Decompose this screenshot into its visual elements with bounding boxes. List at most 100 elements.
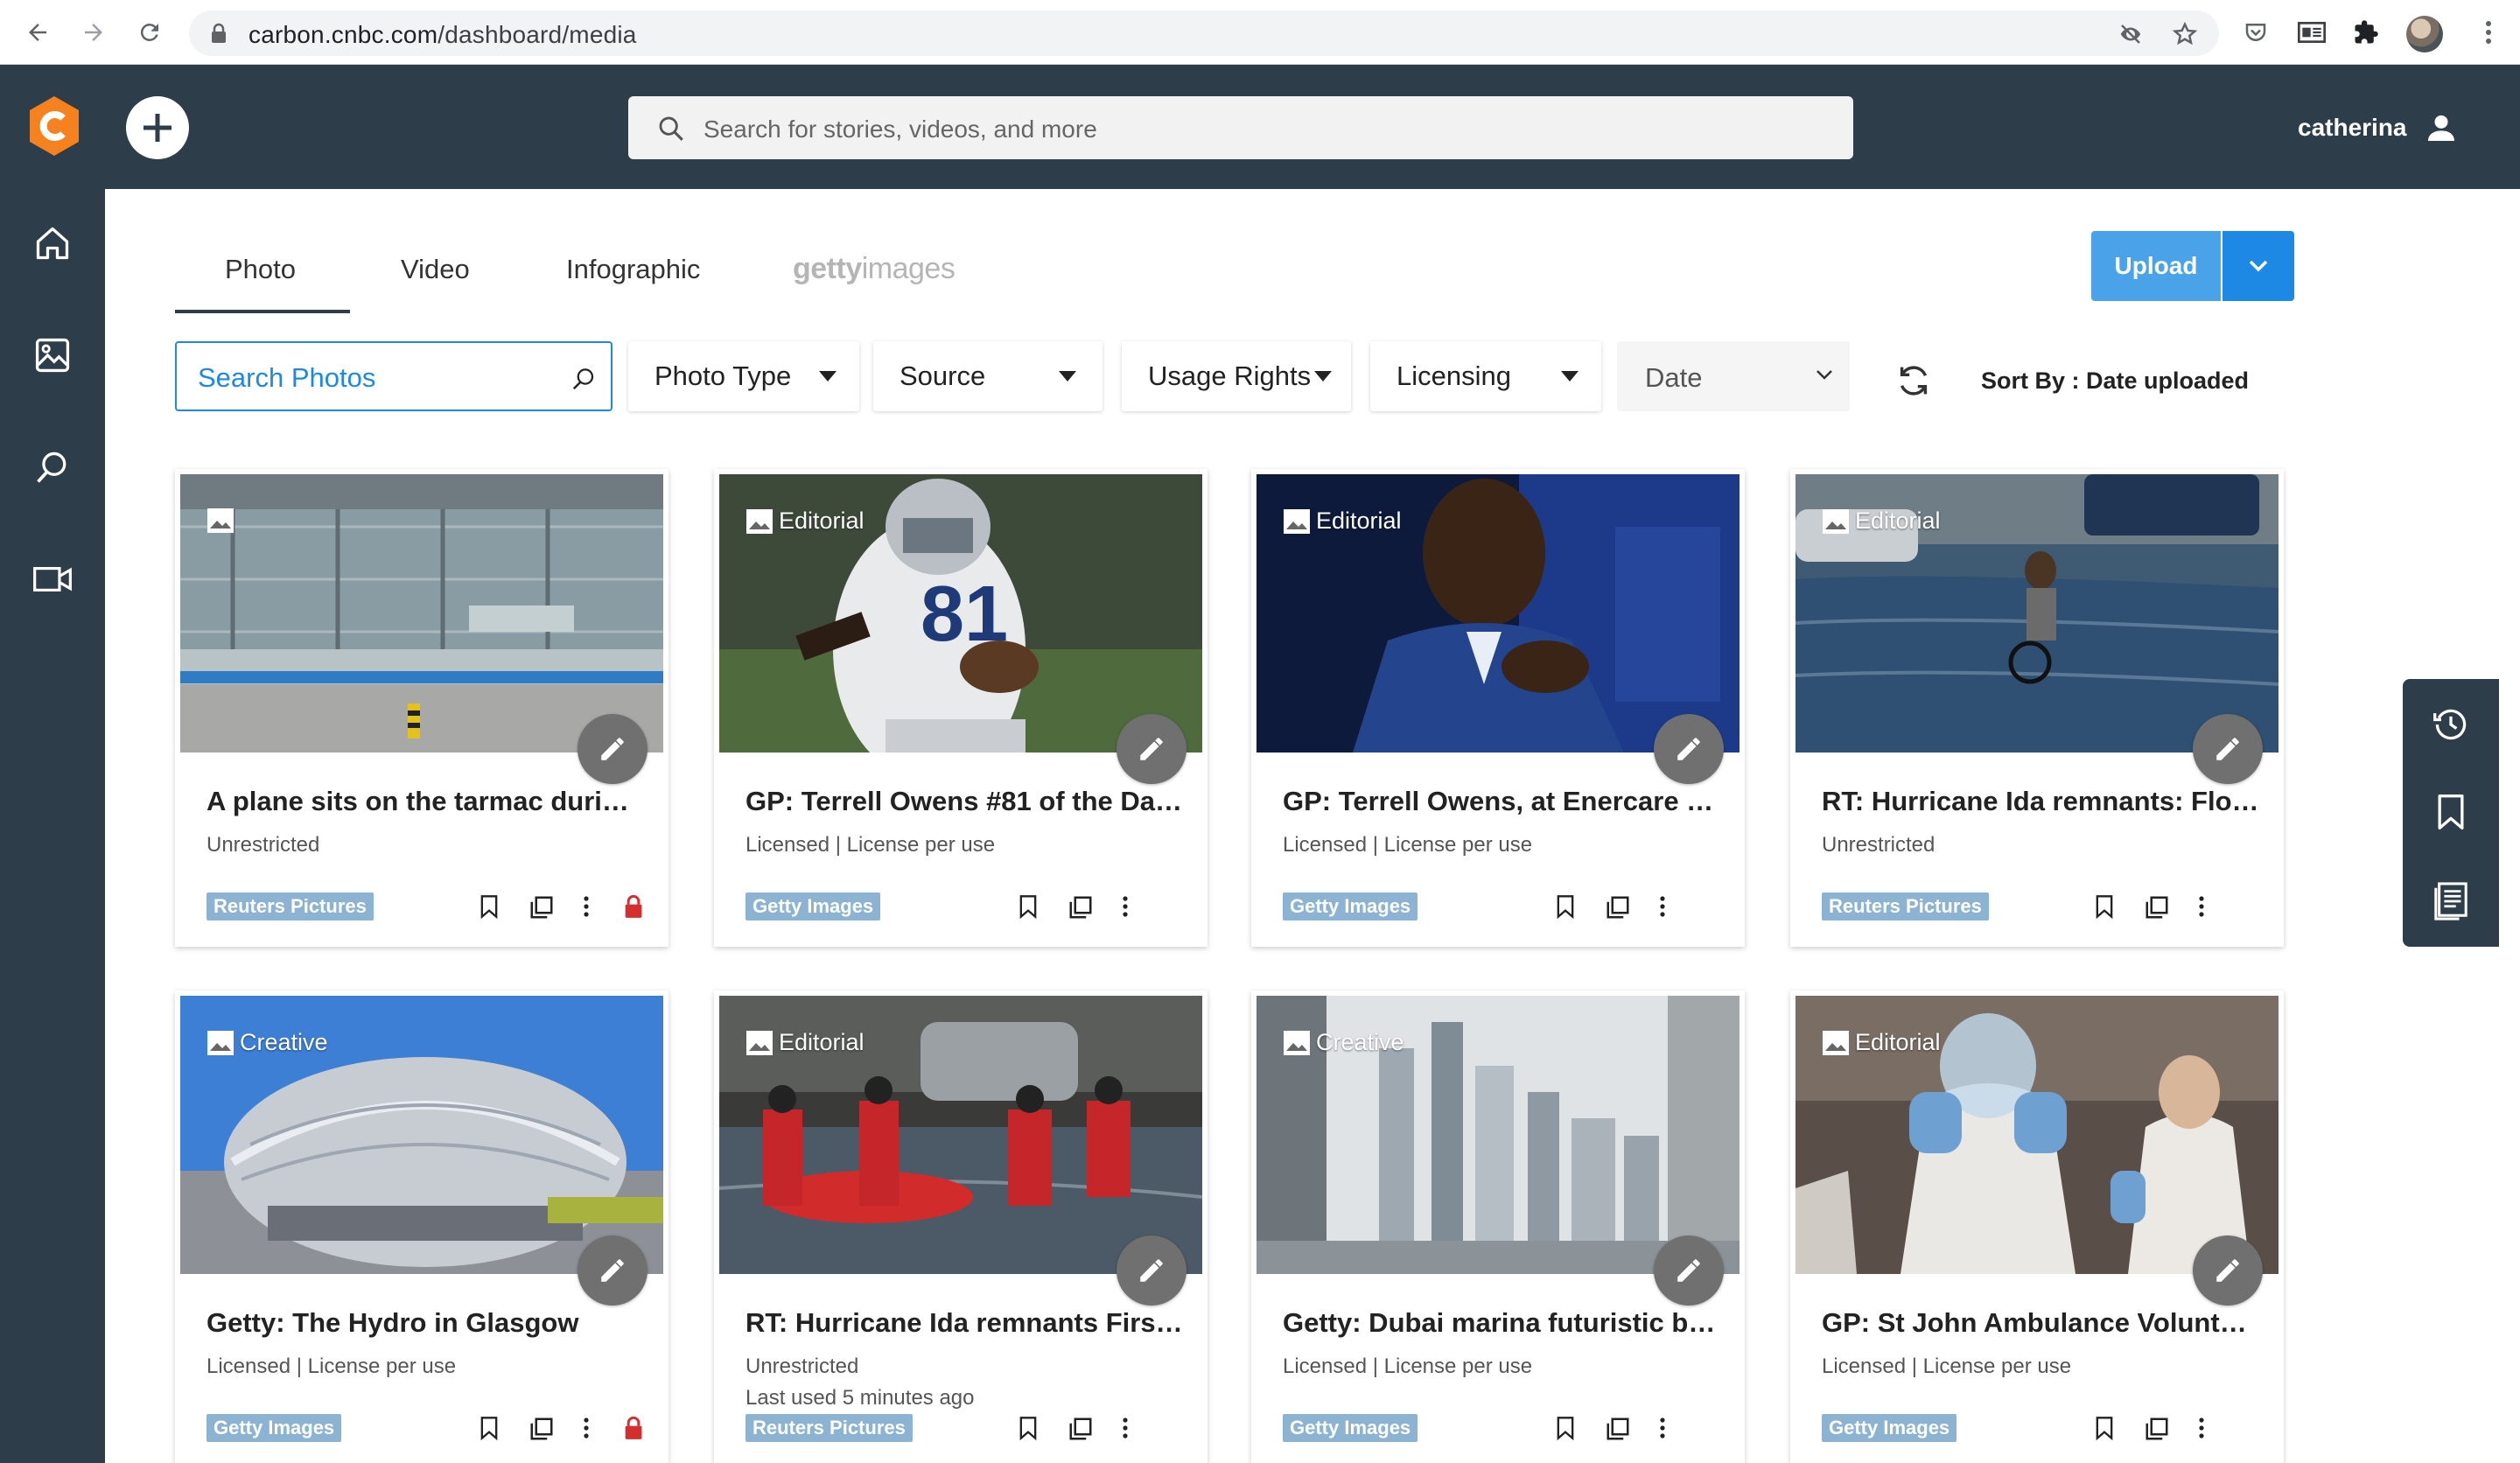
card-title[interactable]: A plane sits on the tarmac during… [206,786,644,817]
bookmark-icon[interactable] [480,1416,499,1440]
tab-photo[interactable]: Photo [225,254,296,285]
bookmark-icon[interactable] [2095,1416,2114,1440]
more-options-icon[interactable] [1122,894,1129,919]
bookmarks-button[interactable] [2429,788,2473,836]
duplicate-icon[interactable] [528,894,555,920]
pencil-icon [601,738,624,760]
extensions-puzzle-icon[interactable] [2350,17,2382,48]
card-actions [2088,892,2280,922]
reload-icon[interactable] [133,16,166,49]
more-options-icon[interactable] [2198,1416,2205,1440]
bookmark-icon[interactable] [480,894,499,919]
edit-button[interactable] [2193,714,2263,784]
duplicate-icon[interactable] [528,1416,555,1442]
search-icon[interactable] [570,366,597,392]
carbon-logo[interactable] [26,94,82,158]
tab-video[interactable]: Video [401,254,470,285]
card-actions [1549,1414,1741,1444]
more-options-icon[interactable] [1659,894,1666,919]
caret-down-icon [1314,371,1332,382]
source-dropdown[interactable]: Source [873,341,1102,411]
upload-options-button[interactable] [2222,231,2294,301]
more-options-icon[interactable] [1659,1416,1666,1440]
card-title[interactable]: Getty: The Hydro in Glasgow [206,1307,644,1339]
media-card[interactable]: Creative Getty: The Hydro in Glasgow Lic… [175,990,668,1463]
tab-infographic[interactable]: Infographic [566,254,700,285]
edit-button[interactable] [578,1236,648,1306]
sidebar-item-home[interactable] [26,217,79,270]
media-card[interactable]: Editorial RT: Hurricane Ida remnants: Fl… [1790,469,2284,947]
sort-by-control[interactable]: Sort By : Date uploaded [1981,368,2249,395]
media-card[interactable]: Editorial GP: St John Ambulance Voluntee… [1790,990,2284,1463]
bookmark-icon[interactable] [1018,1416,1038,1440]
profile-avatar[interactable] [2406,16,2443,52]
photo-icon [207,508,234,533]
tab-getty-images[interactable]: gettyimages [793,252,956,286]
bookmark-icon[interactable] [2095,894,2114,919]
edit-button[interactable] [1116,714,1186,784]
create-new-button[interactable] [126,96,189,159]
photo-icon [1823,1030,1849,1055]
duplicate-icon[interactable] [2144,1416,2170,1442]
star-icon[interactable] [2172,21,2198,47]
sidebar-item-search[interactable] [26,441,79,494]
duplicate-icon[interactable] [1605,894,1631,920]
refresh-icon[interactable] [1894,360,1934,401]
media-card[interactable]: 81 Editorial GP: Terrell Owens #81 of th… [714,469,1208,947]
edit-button[interactable] [1654,714,1724,784]
media-card[interactable]: Editorial GP: Terrell Owens, at Enercare… [1251,469,1745,947]
forward-arrow-icon[interactable] [77,16,110,49]
eye-off-icon[interactable] [2118,21,2144,47]
pocket-icon[interactable] [2240,17,2272,48]
source-badge: Reuters Pictures [746,1414,913,1442]
sidebar-item-video[interactable] [26,553,79,606]
photo-icon [746,508,773,534]
duplicate-icon[interactable] [1605,1416,1631,1442]
edit-button[interactable] [2193,1236,2263,1306]
app-header: Search for stories, videos, and more cat… [0,65,2520,189]
card-title[interactable]: RT: Hurricane Ida remnants: Floo… [1822,786,2259,817]
upload-button[interactable]: Upload [2091,231,2221,301]
usage-rights-dropdown[interactable]: Usage Rights [1122,341,1351,411]
edit-button[interactable] [578,714,648,784]
photo-thumbnail[interactable] [180,474,663,752]
more-options-icon[interactable] [2198,894,2205,919]
media-card[interactable]: Editorial RT: Hurricane Ida remnants Fir… [714,990,1208,1463]
duplicate-icon[interactable] [1068,894,1094,920]
address-bar[interactable]: carbon.cnbc.com/dashboard/media [189,10,2219,56]
bookmark-icon[interactable] [1018,894,1038,919]
documents-button[interactable] [2429,877,2473,926]
bookmark-icon[interactable] [1556,894,1575,919]
card-title[interactable]: GP: Terrell Owens #81 of the Dall… [746,786,1183,817]
card-title[interactable]: Getty: Dubai marina futuristic buil… [1283,1307,1720,1339]
bookmark-icon[interactable] [1556,1416,1575,1440]
reader-icon[interactable] [2296,17,2328,48]
media-card[interactable]: Creative Getty: Dubai marina futuristic … [1251,990,1745,1463]
more-options-icon[interactable] [583,1416,590,1440]
photo-icon [1284,508,1310,534]
card-title[interactable]: GP: Terrell Owens, at Enercare Ce… [1283,786,1720,817]
more-options-icon[interactable] [1122,1416,1129,1440]
card-title[interactable]: GP: St John Ambulance Voluntee… [1822,1307,2259,1339]
edit-button[interactable] [1116,1236,1186,1306]
global-search-input[interactable]: Search for stories, videos, and more [628,96,1853,159]
pencil-icon [601,1259,624,1282]
duplicate-icon[interactable] [2144,894,2170,920]
sidebar-item-media[interactable] [26,329,79,382]
user-name[interactable]: catherina [2298,114,2407,142]
media-card[interactable]: A plane sits on the tarmac during… Unres… [175,469,668,947]
user-icon[interactable] [2424,110,2459,145]
lock-icon [210,23,228,44]
duplicate-icon[interactable] [1068,1416,1094,1442]
edit-button[interactable] [1654,1236,1724,1306]
history-button[interactable] [2429,700,2473,749]
date-select[interactable]: Date [1617,341,1850,411]
search-photos-input[interactable]: Search Photos [175,341,612,411]
card-rights: Licensed | License per use [1822,1354,2072,1378]
back-arrow-icon[interactable] [21,16,54,49]
licensing-dropdown[interactable]: Licensing [1370,341,1601,411]
more-options-icon[interactable] [583,894,590,919]
browser-menu-icon[interactable] [2473,17,2504,48]
photo-type-dropdown[interactable]: Photo Type [628,341,859,411]
card-title[interactable]: RT: Hurricane Ida remnants First … [746,1307,1183,1339]
